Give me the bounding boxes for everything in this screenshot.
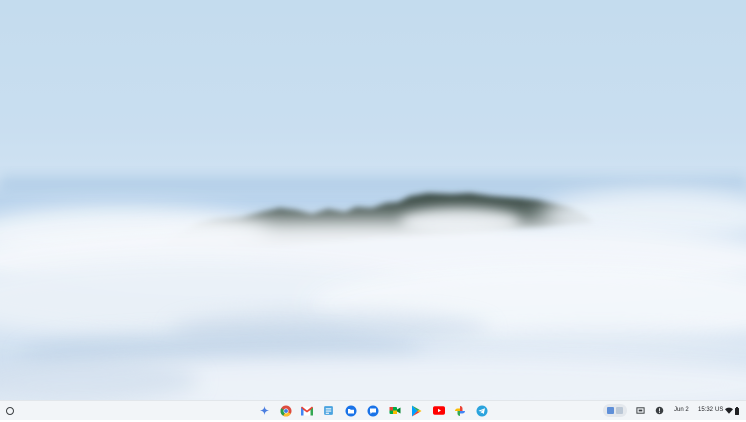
photos-icon[interactable]	[453, 404, 466, 417]
battery-icon[interactable]	[733, 404, 740, 417]
google-docs-icon[interactable]	[322, 404, 335, 417]
locale-label[interactable]: US	[715, 405, 723, 416]
gmail-icon[interactable]	[300, 404, 313, 417]
date-label[interactable]: Jun 2	[674, 405, 689, 416]
screen-capture-icon[interactable]	[634, 404, 646, 417]
meet-icon[interactable]	[388, 404, 401, 417]
wallpaper-image	[0, 175, 746, 415]
launcher-circle-icon[interactable]	[4, 405, 15, 416]
notification-icon[interactable]	[653, 404, 665, 417]
time-label[interactable]: 15:32	[698, 405, 713, 416]
files-icon[interactable]	[344, 404, 357, 417]
play-store-icon[interactable]	[410, 404, 423, 417]
chat-icon[interactable]	[366, 404, 379, 417]
wifi-icon[interactable]	[724, 404, 733, 417]
shelf: Jun 2 15:32 US	[0, 400, 746, 420]
youtube-icon[interactable]	[432, 404, 445, 417]
gemini-sparkle-icon[interactable]	[258, 404, 271, 417]
telegram-icon[interactable]	[475, 404, 488, 417]
desktop	[0, 0, 746, 420]
chrome-icon[interactable]	[279, 404, 292, 417]
holding-space-icon[interactable]	[603, 404, 627, 417]
